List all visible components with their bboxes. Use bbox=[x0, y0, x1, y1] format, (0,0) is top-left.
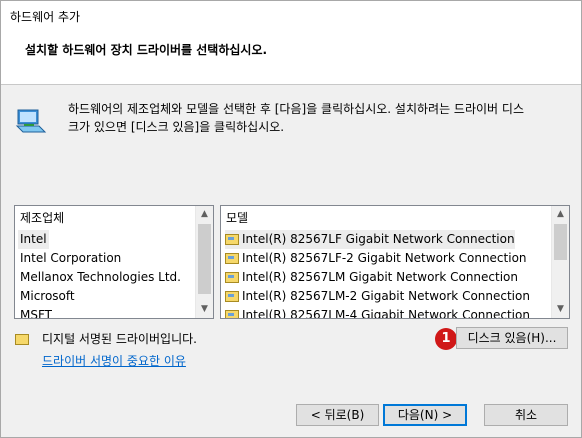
model-item[interactable]: Intel(R) 82567LF Gigabit Network Connect… bbox=[225, 230, 515, 249]
driver-icon bbox=[225, 310, 239, 318]
instruction-line1: 하드웨어의 제조업체와 모델을 선택한 후 [다음]을 클릭하십시오. 설치하려… bbox=[68, 102, 524, 116]
signed-driver-icon bbox=[15, 334, 29, 345]
window-title: 하드웨어 추가 bbox=[10, 10, 81, 24]
step-badge: 1 bbox=[435, 328, 457, 350]
manufacturer-item[interactable]: Mellanox Technologies Ltd. bbox=[20, 268, 181, 287]
manufacturer-item[interactable]: Microsoft bbox=[20, 287, 75, 306]
scroll-up-icon[interactable]: ▲ bbox=[196, 206, 213, 223]
model-label: Intel(R) 82567LM-2 Gigabit Network Conne… bbox=[242, 289, 530, 303]
signature-info-link[interactable]: 드라이버 서명이 중요한 이유 bbox=[42, 352, 186, 369]
manufacturer-item[interactable]: Intel bbox=[18, 230, 49, 249]
next-button[interactable]: 다음(N) > bbox=[383, 404, 467, 426]
cancel-button[interactable]: 취소 bbox=[484, 404, 568, 426]
have-disk-button[interactable]: 디스크 있음(H)... bbox=[456, 327, 568, 349]
model-scrollbar[interactable]: ▲ ▼ bbox=[551, 206, 569, 318]
model-label: Intel(R) 82567LF-2 Gigabit Network Conne… bbox=[242, 251, 527, 265]
model-item[interactable]: Intel(R) 82567LF-2 Gigabit Network Conne… bbox=[225, 249, 527, 268]
manufacturer-item[interactable]: Intel Corporation bbox=[20, 249, 121, 268]
scroll-down-icon[interactable]: ▼ bbox=[552, 301, 569, 318]
signature-status: 디지털 서명된 드라이버입니다. bbox=[42, 332, 197, 346]
scroll-up-icon[interactable]: ▲ bbox=[552, 206, 569, 223]
wizard-header: 설치할 하드웨어 장치 드라이버를 선택하십시오. bbox=[1, 31, 581, 85]
title-bar: 하드웨어 추가 bbox=[1, 1, 581, 31]
instruction-line2: 크가 있으면 [디스크 있음]을 클릭하십시오. bbox=[68, 120, 285, 134]
manufacturer-header: 제조업체 bbox=[20, 211, 65, 225]
manufacturer-scrollbar[interactable]: ▲ ▼ bbox=[195, 206, 213, 318]
instruction-text: 하드웨어의 제조업체와 모델을 선택한 후 [다음]을 클릭하십시오. 설치하려… bbox=[68, 100, 568, 136]
header-text: 설치할 하드웨어 장치 드라이버를 선택하십시오. bbox=[25, 43, 268, 57]
model-item[interactable]: Intel(R) 82567LM-4 Gigabit Network Conne… bbox=[225, 306, 530, 319]
scroll-thumb[interactable] bbox=[554, 224, 567, 260]
scroll-thumb[interactable] bbox=[198, 224, 211, 294]
manufacturer-list[interactable]: 제조업체 Intel Intel Corporation Mellanox Te… bbox=[14, 205, 214, 319]
back-button[interactable]: < 뒤로(B) bbox=[296, 404, 379, 426]
driver-icon bbox=[225, 253, 239, 264]
add-hardware-window: 하드웨어 추가 설치할 하드웨어 장치 드라이버를 선택하십시오. 하드웨어의 … bbox=[0, 0, 582, 438]
model-label: Intel(R) 82567LM Gigabit Network Connect… bbox=[242, 270, 518, 284]
manufacturer-item[interactable]: MSFT bbox=[20, 306, 52, 318]
model-list[interactable]: 모델 Intel(R) 82567LF Gigabit Network Conn… bbox=[220, 205, 570, 319]
network-adapter-icon bbox=[15, 109, 47, 133]
model-label: Intel(R) 82567LM-4 Gigabit Network Conne… bbox=[242, 308, 530, 319]
model-label: Intel(R) 82567LF Gigabit Network Connect… bbox=[242, 232, 515, 246]
model-header: 모델 bbox=[226, 211, 249, 225]
scroll-down-icon[interactable]: ▼ bbox=[196, 301, 213, 318]
model-item[interactable]: Intel(R) 82567LM Gigabit Network Connect… bbox=[225, 268, 518, 287]
driver-icon bbox=[225, 234, 239, 245]
driver-icon bbox=[225, 272, 239, 283]
driver-icon bbox=[225, 291, 239, 302]
model-item[interactable]: Intel(R) 82567LM-2 Gigabit Network Conne… bbox=[225, 287, 530, 306]
